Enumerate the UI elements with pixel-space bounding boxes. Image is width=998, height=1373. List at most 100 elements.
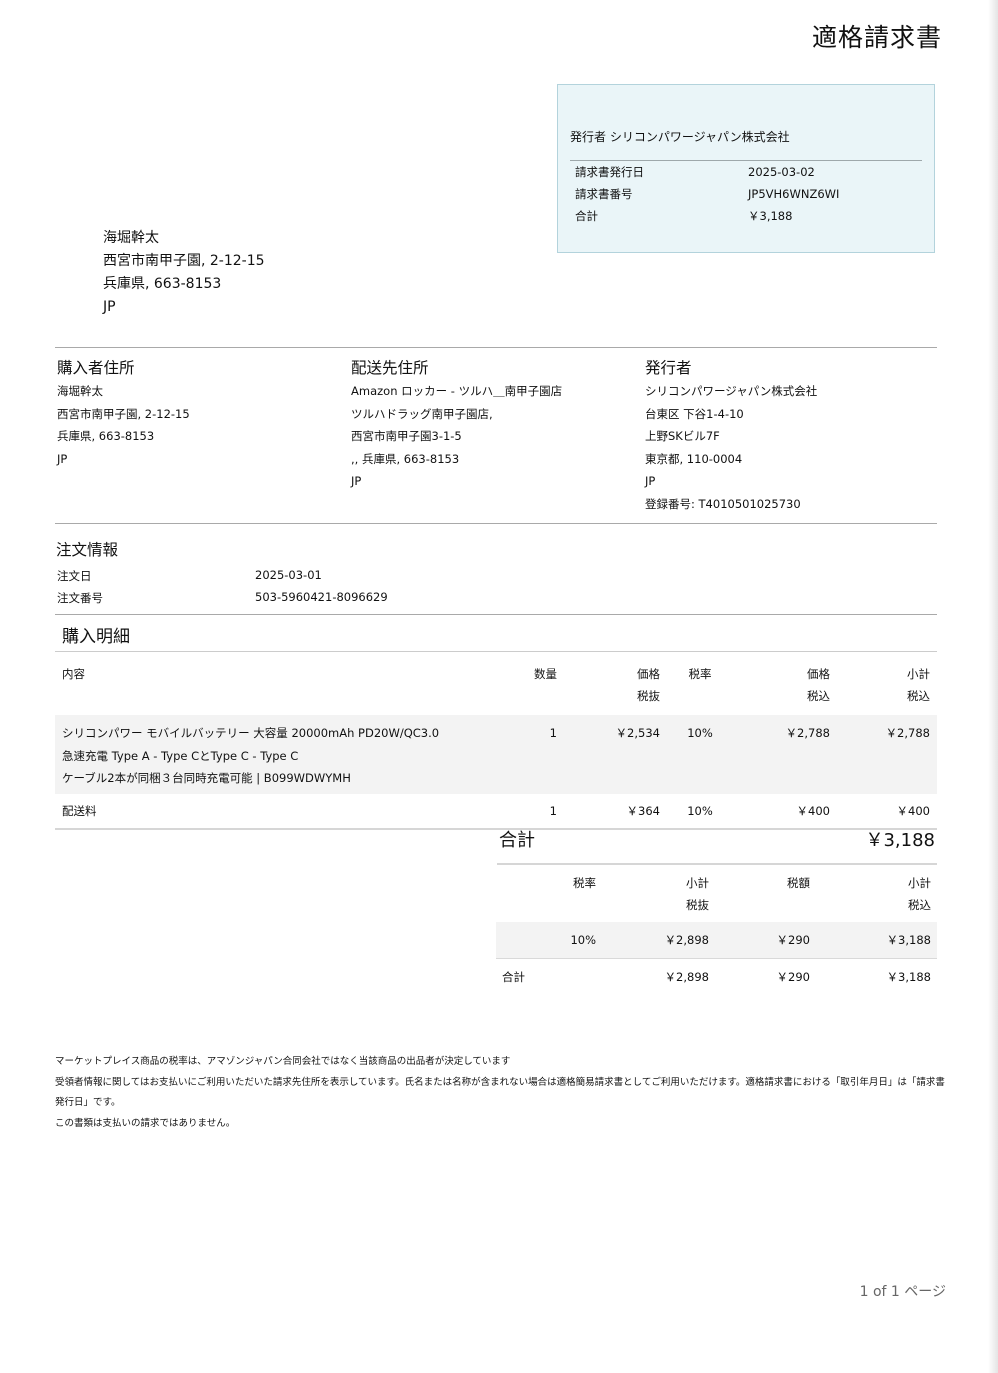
table-row: 配送料 1 ￥364 10% ￥400 ￥400 <box>55 794 937 830</box>
tax-header-total-label: 小計 <box>908 876 931 890</box>
summary-label: 合計 <box>575 209 598 223</box>
seller-address-block: 発行者 シリコンパワージャパン株式会社 台東区 下谷1-4-10 上野SKビル7… <box>645 357 817 515</box>
summary-row-total: 合計 ￥3,188 <box>570 205 922 227</box>
order-number-label: 注文番号 <box>57 591 103 605</box>
summary-value: JP5VH6WNZ6WI <box>748 187 840 201</box>
item-qty: 1 <box>510 794 564 830</box>
summary-value: ￥3,188 <box>748 209 793 223</box>
col-header-price: 価格 税抜 <box>564 653 667 715</box>
footnote: この書類は支払いの請求ではありません。 <box>55 1117 236 1129</box>
tax-row-tax: ￥290 <box>715 922 816 959</box>
item-price-incl: ￥2,788 <box>733 715 837 794</box>
tax-header-subtotal-sub: 税抜 <box>686 898 709 912</box>
shipping-line: JP <box>351 474 362 488</box>
seller-line: 東京都, 110-0004 <box>645 451 743 466</box>
shipping-line: ,, 兵庫県, 663-8153 <box>351 451 460 466</box>
tax-header-label <box>496 866 542 922</box>
buyer-line: 海堀幹太 <box>57 384 103 398</box>
seller-line: 台東区 下谷1-4-10 <box>645 406 744 421</box>
col-header-price-incl-label: 価格 <box>807 667 830 681</box>
page-total: 1 <box>890 1284 900 1300</box>
item-price-incl: ￥400 <box>733 794 837 830</box>
summary-issuer: 発行者 シリコンパワージャパン株式会社 <box>570 128 922 161</box>
tax-row-label <box>496 922 542 959</box>
grand-total-row: 合計 ￥3,188 <box>497 825 937 865</box>
shipping-address-block: 配送先住所 Amazon ロッカー - ツルハ＿南甲子園店 ツルハドラッグ南甲子… <box>351 357 562 493</box>
tax-row-total: ￥3,188 <box>886 970 931 984</box>
seller-line: 上野SKビル7F <box>645 429 720 443</box>
buyer-line: JP <box>57 451 68 466</box>
summary-label: 請求書発行日 <box>575 165 644 179</box>
items-table: 内容 数量 価格 税抜 税率 価格 税込 小計 税込 シリコンパワー モバイルバ… <box>55 653 937 830</box>
divider <box>55 523 937 524</box>
table-row: シリコンパワー モバイルバッテリー 大容量 20000mAh PD20W/QC3… <box>55 715 937 794</box>
summary-row-invoice-number: 請求書番号 JP5VH6WNZ6WI <box>570 183 922 205</box>
tax-header-subtotal-label: 小計 <box>686 876 709 890</box>
address-line: 兵庫県, 663-8153 <box>103 276 222 292</box>
tax-row-rate <box>542 959 602 996</box>
item-rate: 10% <box>667 794 733 830</box>
item-description-line: ケーブル2本が同梱３台同時充電可能 | B099WDWYMH <box>62 771 351 785</box>
invoice-summary-box: 発行者 シリコンパワージャパン株式会社 請求書発行日 2025-03-02 請求… <box>557 84 935 253</box>
shipping-line: ツルハドラッグ南甲子園店, <box>351 406 493 421</box>
tax-header-subtotal: 小計 税抜 <box>602 866 715 922</box>
order-number-value: 503-5960421-8096629 <box>255 590 388 604</box>
order-number-row: 注文番号 503-5960421-8096629 <box>57 590 657 606</box>
buyer-line: 兵庫県, 663-8153 <box>57 429 155 443</box>
col-header-qty: 数量 <box>534 667 557 681</box>
page-of: of <box>872 1284 887 1300</box>
tax-row-subtotal: ￥2,898 <box>602 922 715 959</box>
item-description-line: 急速充電 Type A - Type CとType C - Type C <box>62 748 299 763</box>
order-date-row: 注文日 2025-03-01 <box>57 568 657 584</box>
tax-row-total: ￥3,188 <box>816 922 937 959</box>
order-info-heading: 注文情報 <box>56 541 119 559</box>
col-header-subtotal: 小計 税込 <box>837 653 937 715</box>
shipping-line: Amazon ロッカー - ツルハ＿南甲子園店 <box>351 384 563 398</box>
summary-label: 請求書番号 <box>575 187 633 201</box>
page-edge-shadow <box>988 0 998 1373</box>
tax-row-label: 合計 <box>502 970 525 984</box>
shipping-heading: 配送先住所 <box>351 359 429 377</box>
order-date-label: 注文日 <box>57 569 92 583</box>
tax-header-total: 小計 税込 <box>816 866 937 922</box>
items-header-row: 内容 数量 価格 税抜 税率 価格 税込 小計 税込 <box>55 653 937 715</box>
col-header-price-incl: 価格 税込 <box>733 653 837 715</box>
divider <box>55 347 937 348</box>
tax-row-rate: 10% <box>542 922 602 959</box>
tax-summary-table: 税率 小計 税抜 税額 小計 税込 10% ￥2,898 ￥290 ￥3,188… <box>496 866 937 995</box>
col-header-price-label: 価格 <box>637 667 660 681</box>
seller-registration-number: 登録番号: T4010501025730 <box>645 496 801 511</box>
shipping-line: 西宮市南甲子園3-1-5 <box>351 429 462 443</box>
divider <box>55 651 937 652</box>
item-description: シリコンパワー モバイルバッテリー 大容量 20000mAh PD20W/QC3… <box>55 715 510 794</box>
grand-total-label: 合計 <box>499 830 535 851</box>
item-qty: 1 <box>510 715 564 794</box>
col-header-subtotal-label: 小計 <box>907 667 930 681</box>
order-date-value: 2025-03-01 <box>255 568 322 582</box>
page-suffix: ページ <box>904 1284 946 1300</box>
seller-heading: 発行者 <box>645 359 692 377</box>
item-subtotal: ￥400 <box>837 794 937 830</box>
mailing-address: 海堀幹太 西宮市南甲子園, 2-12-15 兵庫県, 663-8153 JP <box>103 227 265 319</box>
item-subtotal: ￥2,788 <box>837 715 937 794</box>
col-header-price-sub: 税抜 <box>637 689 660 703</box>
tax-header-tax: 税額 <box>787 876 810 890</box>
summary-value: 2025-03-02 <box>748 165 815 179</box>
tax-row-tax: ￥290 <box>776 970 810 984</box>
item-price: ￥364 <box>564 794 667 830</box>
address-line: 西宮市南甲子園, 2-12-15 <box>103 253 265 269</box>
col-header-price-incl-sub: 税込 <box>807 689 830 703</box>
page-indicator: 1 of 1 ページ <box>860 1281 946 1301</box>
tax-row-subtotal: ￥2,898 <box>664 970 709 984</box>
tax-header-row: 税率 小計 税抜 税額 小計 税込 <box>496 866 937 922</box>
items-heading: 購入明細 <box>62 627 130 647</box>
seller-line: シリコンパワージャパン株式会社 <box>645 384 818 398</box>
buyer-heading: 購入者住所 <box>57 359 135 377</box>
tax-header-total-sub: 税込 <box>908 898 931 912</box>
address-line: JP <box>103 299 116 315</box>
item-description-line: シリコンパワー モバイルバッテリー 大容量 20000mAh PD20W/QC3… <box>62 726 440 740</box>
divider <box>55 614 937 615</box>
footnote: マーケットプレイス商品の税率は、アマゾンジャパン合同会社ではなく当該商品の出品者… <box>55 1056 511 1067</box>
buyer-line: 西宮市南甲子園, 2-12-15 <box>57 406 190 421</box>
footnotes: マーケットプレイス商品の税率は、アマゾンジャパン合同会社ではなく当該商品の出品者… <box>55 1052 945 1134</box>
